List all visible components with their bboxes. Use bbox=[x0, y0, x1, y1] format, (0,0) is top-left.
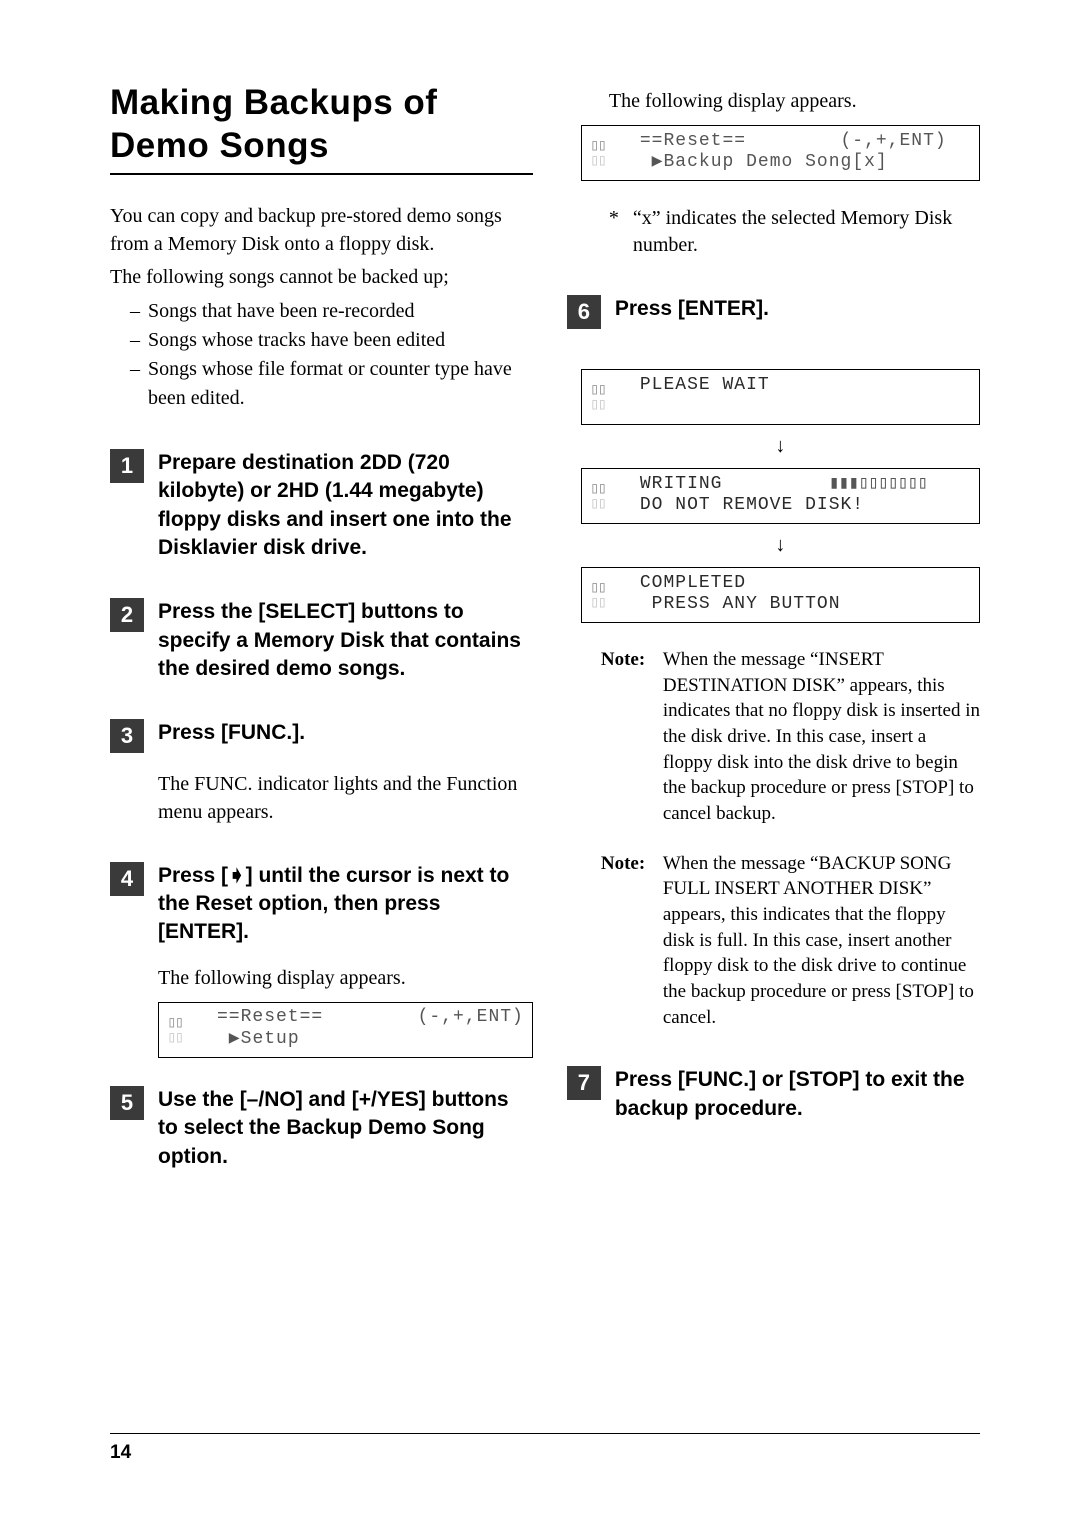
step-5: 5 Use the [–/NO] and [+/YES] buttons to … bbox=[110, 1086, 533, 1171]
lcd-display-reset-backup: ▯▯▯▯ ==Reset== (-,+,ENT) ▶Backup Demo So… bbox=[581, 125, 980, 181]
title-rule bbox=[110, 173, 533, 175]
lcd-text: ==Reset== (-,+,ENT) ▶Setup bbox=[217, 1007, 524, 1050]
page: Making Backups of Demo Songs You can cop… bbox=[0, 0, 1080, 1528]
step-number-badge: 3 bbox=[110, 719, 144, 753]
step-6: 6 Press [ENTER]. bbox=[567, 295, 980, 329]
lcd-display-wait: ▯▯▯▯ PLEASE WAIT bbox=[581, 369, 980, 425]
right-column: The following display appears. ▯▯▯▯ ==Re… bbox=[581, 82, 980, 1171]
down-arrow-icon: ↓ bbox=[581, 435, 980, 458]
right-intro: The following display appears. bbox=[609, 88, 980, 115]
dash-icon: – bbox=[130, 355, 148, 413]
seven-segment-icon: ▯▯▯▯ bbox=[590, 579, 630, 609]
lcd-writing-label: WRITING bbox=[640, 474, 829, 494]
lcd-text: PLEASE WAIT bbox=[640, 375, 971, 418]
dash-icon: – bbox=[130, 326, 148, 355]
note-text: When the message “INSERT DESTINATION DIS… bbox=[663, 647, 980, 826]
list-item: –Songs whose tracks have been edited bbox=[130, 326, 533, 355]
step-title: Press [ENTER]. bbox=[615, 295, 769, 323]
seven-segment-icon: ▯▯▯▯ bbox=[590, 137, 630, 167]
lcd-text: COMPLETED PRESS ANY BUTTON bbox=[640, 573, 971, 616]
footnote: * “x” indicates the selected Memory Disk… bbox=[609, 205, 980, 259]
step-4: 4 Press [➧] until the cursor is next to … bbox=[110, 862, 533, 947]
page-title: Making Backups of Demo Songs bbox=[110, 82, 533, 167]
right-intro-wrap: The following display appears. bbox=[609, 88, 980, 115]
intro-paragraph-1: You can copy and backup pre-stored demo … bbox=[110, 203, 533, 257]
lcd-writing-warning: DO NOT REMOVE DISK! bbox=[640, 495, 971, 517]
lcd-display-reset-setup: ▯▯▯▯ ==Reset== (-,+,ENT) ▶Setup bbox=[158, 1002, 533, 1058]
step-7: 7 Press [FUNC.] or [STOP] to exit the ba… bbox=[567, 1066, 980, 1123]
down-arrow-icon: ↓ bbox=[581, 534, 980, 557]
note-text: When the message “BACKUP SONG FULL INSER… bbox=[663, 851, 980, 1030]
step-title: Prepare destination 2DD (720 kilobyte) o… bbox=[158, 449, 533, 562]
step-3-desc: The FUNC. indicator lights and the Funct… bbox=[158, 771, 533, 825]
step-title: Press [➧] until the cursor is next to th… bbox=[158, 862, 533, 947]
note-2: Note: When the message “BACKUP SONG FULL… bbox=[601, 851, 980, 1030]
restrictions-list: –Songs that have been re-recorded –Songs… bbox=[110, 297, 533, 413]
left-column: Making Backups of Demo Songs You can cop… bbox=[110, 82, 533, 1171]
step-title: Press the [SELECT] buttons to specify a … bbox=[158, 598, 533, 683]
seven-segment-icon: ▯▯▯▯ bbox=[167, 1014, 207, 1044]
seven-segment-icon: ▯▯▯▯ bbox=[590, 480, 630, 510]
note-label: Note: bbox=[601, 851, 663, 1030]
page-footer: 14 bbox=[110, 1433, 980, 1464]
page-number: 14 bbox=[110, 1442, 131, 1463]
step-4-sub: The following display appears. ▯▯▯▯ ==Re… bbox=[158, 965, 533, 1058]
note-label: Note: bbox=[601, 647, 663, 826]
step-number-badge: 5 bbox=[110, 1086, 144, 1120]
lcd-display-completed: ▯▯▯▯ COMPLETED PRESS ANY BUTTON bbox=[581, 567, 980, 623]
list-item-text: Songs whose tracks have been edited bbox=[148, 326, 445, 355]
lcd-text: ==Reset== (-,+,ENT) ▶Backup Demo Song[x] bbox=[640, 131, 971, 174]
step-number-badge: 7 bbox=[567, 1066, 601, 1100]
note-1: Note: When the message “INSERT DESTINATI… bbox=[601, 647, 980, 826]
list-item-text: Songs that have been re-recorded bbox=[148, 297, 415, 326]
seven-segment-icon: ▯▯▯▯ bbox=[590, 381, 630, 411]
content-columns: Making Backups of Demo Songs You can cop… bbox=[110, 82, 980, 1171]
step-number-badge: 2 bbox=[110, 598, 144, 632]
list-item: –Songs that have been re-recorded bbox=[130, 297, 533, 326]
lcd-text: WRITING ▮▮▮▯▯▯▯▯▯▯ DO NOT REMOVE DISK! bbox=[640, 474, 971, 517]
step-2: 2 Press the [SELECT] buttons to specify … bbox=[110, 598, 533, 683]
step-3-sub: The FUNC. indicator lights and the Funct… bbox=[158, 771, 533, 825]
step-title: Press [FUNC.] or [STOP] to exit the back… bbox=[615, 1066, 980, 1123]
step-title: Press [FUNC.]. bbox=[158, 719, 305, 747]
step-1: 1 Prepare destination 2DD (720 kilobyte)… bbox=[110, 449, 533, 562]
step-3: 3 Press [FUNC.]. bbox=[110, 719, 533, 753]
footnote-text: “x” indicates the selected Memory Disk n… bbox=[633, 205, 980, 259]
step-number-badge: 1 bbox=[110, 449, 144, 483]
asterisk-icon: * bbox=[609, 205, 633, 259]
dash-icon: – bbox=[130, 297, 148, 326]
intro-paragraph-2: The following songs cannot be backed up; bbox=[110, 264, 533, 291]
step-number-badge: 6 bbox=[567, 295, 601, 329]
list-item-text: Songs whose file format or counter type … bbox=[148, 355, 533, 413]
step-title: Use the [–/NO] and [+/YES] buttons to se… bbox=[158, 1086, 533, 1171]
lcd-display-writing: ▯▯▯▯ WRITING ▮▮▮▯▯▯▯▯▯▯ DO NOT REMOVE DI… bbox=[581, 468, 980, 524]
list-item: –Songs whose file format or counter type… bbox=[130, 355, 533, 413]
step-number-badge: 4 bbox=[110, 862, 144, 896]
step-4-desc: The following display appears. bbox=[158, 965, 533, 992]
progress-bar-icon: ▮▮▮▯▯▯▯▯▯▯ bbox=[829, 474, 927, 494]
